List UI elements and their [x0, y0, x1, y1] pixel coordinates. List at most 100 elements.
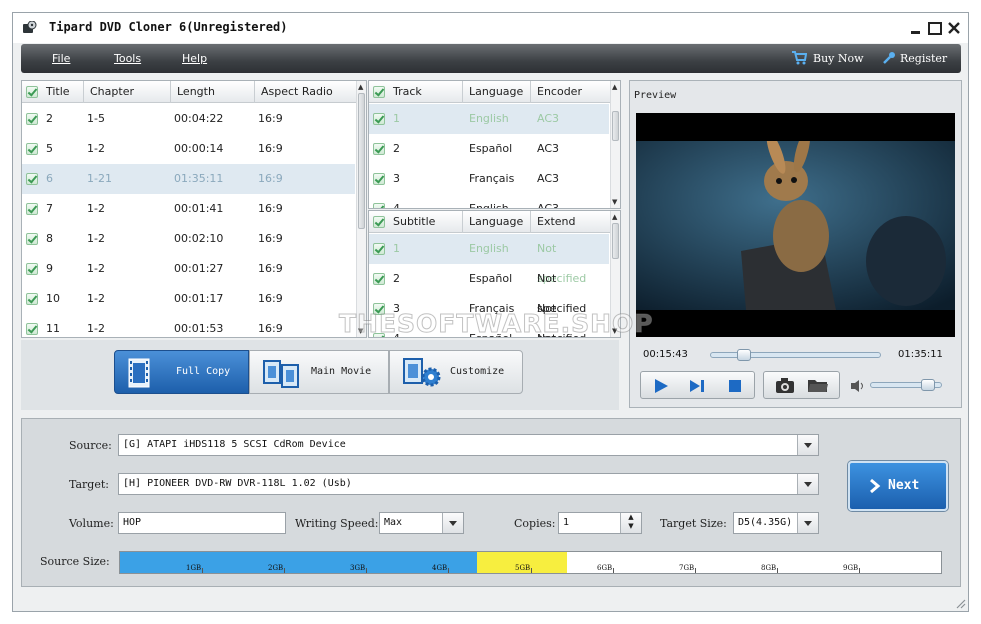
table-row[interactable]: 3 Français AC3 — [369, 164, 609, 194]
track-list-scrollbar[interactable]: ▲ ▼ — [610, 81, 620, 208]
size-tick — [366, 568, 367, 573]
menu-file[interactable]: File — [52, 52, 70, 65]
cell-aspect: 16:9 — [258, 292, 283, 305]
total-time: 01:35:11 — [898, 349, 943, 360]
table-row[interactable]: 4 English AC3 — [369, 194, 609, 208]
title-list-scrollbar[interactable]: ▲ ▼ — [356, 81, 366, 337]
row-checkbox[interactable] — [26, 263, 38, 275]
table-row[interactable]: 10 1-2 00:01:17 16:9 — [22, 284, 355, 314]
row-checkbox[interactable] — [26, 293, 38, 305]
select-all-titles-checkbox[interactable] — [26, 86, 38, 98]
customize-button[interactable]: Customize — [389, 350, 523, 394]
cell-length: 00:00:14 — [174, 142, 224, 155]
column-header-track[interactable]: Track — [387, 81, 463, 103]
volume-slider[interactable] — [870, 379, 942, 391]
column-header-encoder[interactable]: Encoder — [531, 81, 611, 103]
table-row[interactable]: 9 1-2 00:01:27 16:9 — [22, 254, 355, 284]
minimize-icon[interactable] — [908, 20, 924, 36]
volume-icon[interactable] — [850, 379, 866, 393]
stop-icon[interactable] — [727, 378, 743, 394]
menu-help[interactable]: Help — [182, 52, 207, 65]
table-row[interactable]: 7 1-2 00:01:41 16:9 — [22, 194, 355, 224]
select-all-subtitles-checkbox[interactable] — [373, 216, 385, 228]
row-checkbox[interactable] — [26, 113, 38, 125]
chevron-down-icon[interactable] — [797, 513, 818, 533]
maximize-icon[interactable] — [927, 20, 943, 36]
row-checkbox[interactable] — [26, 233, 38, 245]
resize-grip-icon[interactable] — [954, 597, 966, 609]
next-frame-icon[interactable] — [689, 378, 705, 394]
column-header-language[interactable]: Language — [463, 211, 531, 233]
seek-handle[interactable] — [737, 349, 751, 361]
table-row[interactable]: 2 1-5 00:04:22 16:9 — [22, 104, 355, 134]
table-row[interactable]: 1 English AC3 — [369, 104, 609, 134]
column-header-subtitle[interactable]: Subtitle — [387, 211, 463, 233]
row-checkbox[interactable] — [26, 323, 38, 335]
scroll-down-icon[interactable]: ▼ — [612, 198, 617, 206]
chevron-down-icon[interactable] — [442, 513, 463, 533]
volume-name-input[interactable]: HOP — [118, 512, 286, 534]
scroll-up-icon[interactable]: ▲ — [612, 83, 617, 91]
play-icon[interactable] — [653, 378, 669, 394]
target-select[interactable]: [H] PIONEER DVD-RW DVR-118L 1.02 (Usb) — [118, 473, 819, 495]
row-checkbox[interactable] — [373, 203, 385, 208]
column-header-length[interactable]: Length — [171, 81, 255, 103]
camera-icon[interactable] — [775, 377, 795, 394]
stepper-arrows-icon[interactable]: ▲ ▼ — [620, 513, 641, 533]
volume-handle[interactable] — [921, 379, 935, 391]
scroll-thumb[interactable] — [612, 223, 619, 259]
video-screen[interactable] — [636, 113, 955, 337]
table-row[interactable]: 5 1-2 00:00:14 16:9 — [22, 134, 355, 164]
row-checkbox[interactable] — [373, 143, 385, 155]
cart-icon[interactable] — [791, 51, 807, 65]
row-checkbox[interactable] — [26, 203, 38, 215]
table-row[interactable]: 2 Español Not specified — [369, 264, 609, 315]
scroll-up-icon[interactable]: ▲ — [358, 83, 363, 91]
row-checkbox[interactable] — [26, 143, 38, 155]
writing-speed-select[interactable]: Max — [379, 512, 464, 534]
cell-subtitle: 1 — [393, 242, 400, 255]
full-copy-button[interactable]: Full Copy — [114, 350, 249, 394]
next-button[interactable]: Next — [848, 461, 948, 511]
scroll-up-icon[interactable]: ▲ — [612, 213, 617, 221]
menu-tools[interactable]: Tools — [114, 52, 141, 65]
column-header-language[interactable]: Language — [463, 81, 531, 103]
size-tick — [777, 568, 778, 573]
row-checkbox[interactable] — [373, 243, 385, 255]
cell-length: 01:35:11 — [174, 172, 224, 185]
column-header-aspect[interactable]: Aspect Radio — [255, 81, 358, 103]
app-window: Tipard DVD Cloner 6(Unregistered) File T… — [12, 12, 969, 612]
source-select[interactable]: [G] ATAPI iHDS118 5 SCSI CdRom Device — [118, 434, 819, 456]
table-row[interactable]: 6 1-21 01:35:11 16:9 — [22, 164, 355, 194]
watermark-text: THESOFTWARE.SHOP — [339, 309, 654, 339]
folder-icon[interactable] — [807, 377, 829, 394]
buy-now-button[interactable]: Buy Now — [813, 52, 864, 65]
scroll-thumb[interactable] — [612, 111, 619, 141]
table-row[interactable]: 8 1-2 00:02:10 16:9 — [22, 224, 355, 254]
column-header-chapter[interactable]: Chapter — [84, 81, 171, 103]
size-tick-label: 9GB — [843, 564, 859, 572]
seek-slider[interactable] — [710, 349, 881, 361]
row-checkbox[interactable] — [373, 273, 385, 285]
chevron-down-icon[interactable] — [797, 435, 818, 455]
close-icon[interactable] — [946, 20, 962, 36]
column-header-title[interactable]: Title — [40, 81, 84, 103]
copies-stepper[interactable]: 1 ▲ ▼ — [558, 512, 642, 534]
cell-chapter: 1-2 — [87, 142, 105, 155]
cell-aspect: 16:9 — [258, 172, 283, 185]
target-size-select[interactable]: D5(4.35G) — [733, 512, 819, 534]
table-row[interactable]: 1 English Not specified — [369, 234, 609, 285]
row-checkbox[interactable] — [373, 113, 385, 125]
column-header-extend[interactable]: Extend — [531, 211, 611, 233]
table-row[interactable]: 2 Español AC3 — [369, 134, 609, 164]
scroll-thumb[interactable] — [358, 93, 365, 229]
key-icon[interactable] — [882, 51, 896, 65]
app-logo-icon — [23, 21, 37, 33]
main-movie-button[interactable]: Main Movie — [249, 350, 389, 394]
select-all-tracks-checkbox[interactable] — [373, 86, 385, 98]
row-checkbox[interactable] — [373, 173, 385, 185]
chevron-down-icon[interactable] — [797, 474, 818, 494]
register-button[interactable]: Register — [900, 52, 947, 65]
next-label: Next — [888, 478, 920, 493]
row-checkbox[interactable] — [26, 173, 38, 185]
